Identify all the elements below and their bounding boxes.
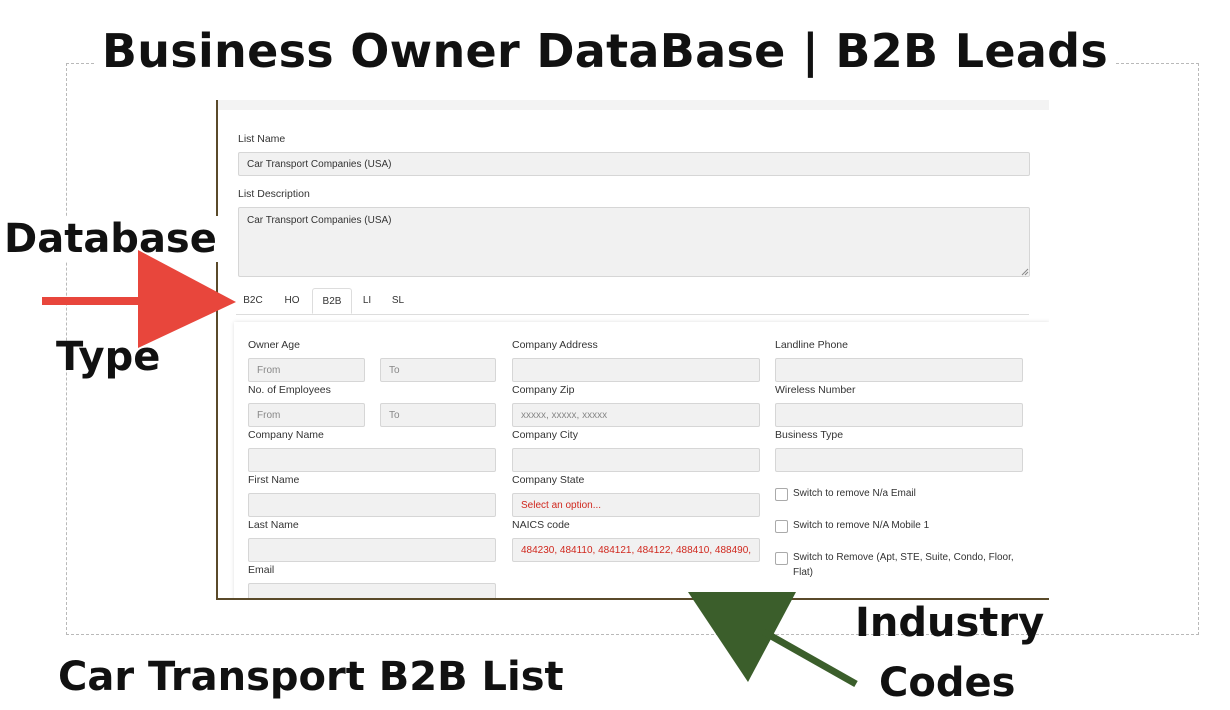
naics-code-input[interactable]: 484230, 484110, 484121, 484122, 488410, …	[512, 538, 760, 562]
tab-b2b[interactable]: B2B	[312, 288, 352, 314]
business-type-input[interactable]	[775, 448, 1023, 472]
company-city-label: Company City	[512, 429, 578, 441]
landline-phone-input[interactable]	[775, 358, 1023, 382]
last-name-input[interactable]	[248, 538, 496, 562]
switch-mobile-checkbox[interactable]	[775, 520, 788, 533]
wireless-number-label: Wireless Number	[775, 384, 856, 396]
company-name-label: Company Name	[248, 429, 324, 441]
red-arrow-icon	[42, 250, 236, 348]
b2b-filter-panel: Owner Age From To No. of Employees From …	[234, 322, 1049, 598]
owner-age-label: Owner Age	[248, 339, 300, 351]
list-description-label: List Description	[238, 188, 310, 200]
first-name-input[interactable]	[248, 493, 496, 517]
company-address-input[interactable]	[512, 358, 760, 382]
form-screenshot: List Name Car Transport Companies (USA) …	[216, 100, 1049, 600]
banner-title: Business Owner DataBase | B2B Leads	[0, 24, 1210, 78]
codes-annotation-label: Codes	[879, 660, 1016, 706]
company-city-input[interactable]	[512, 448, 760, 472]
footer-annotation-label: Car Transport B2B List	[58, 654, 564, 700]
database-type-tabs: B2C HO B2B LI SL	[236, 288, 1029, 315]
company-address-label: Company Address	[512, 339, 598, 351]
company-state-label: Company State	[512, 474, 585, 486]
last-name-label: Last Name	[248, 519, 299, 531]
employees-label: No. of Employees	[248, 384, 331, 396]
naics-code-label: NAICS code	[512, 519, 570, 531]
switch-address-checkbox[interactable]	[775, 552, 788, 565]
company-zip-label: Company Zip	[512, 384, 575, 396]
first-name-label: First Name	[248, 474, 300, 486]
employees-from-input[interactable]: From	[248, 403, 365, 427]
tab-li[interactable]: LI	[356, 288, 378, 314]
banner-title-text: Business Owner DataBase | B2B Leads	[95, 24, 1115, 78]
switch-email-label: Switch to remove N/a Email	[793, 488, 916, 499]
company-state-select[interactable]: Select an option...	[512, 493, 760, 517]
business-type-label: Business Type	[775, 429, 844, 441]
employees-to-input[interactable]: To	[380, 403, 496, 427]
resize-handle-icon[interactable]	[1021, 268, 1029, 276]
industry-annotation-label: Industry	[855, 600, 1045, 646]
company-name-input[interactable]	[248, 448, 496, 472]
list-name-label: List Name	[238, 133, 286, 145]
wireless-number-input[interactable]	[775, 403, 1023, 427]
tab-b2c[interactable]: B2C	[236, 288, 270, 314]
green-arrow-icon	[688, 592, 858, 688]
tab-sl[interactable]: SL	[384, 288, 412, 314]
list-description-textarea[interactable]: Car Transport Companies (USA)	[238, 207, 1030, 277]
owner-age-to-input[interactable]: To	[380, 358, 496, 382]
company-zip-input[interactable]: xxxxx, xxxxx, xxxxx	[512, 403, 760, 427]
email-input[interactable]	[248, 583, 496, 598]
switch-email-checkbox[interactable]	[775, 488, 788, 501]
tab-ho[interactable]: HO	[276, 288, 308, 314]
email-label: Email	[248, 564, 275, 576]
owner-age-from-input[interactable]: From	[248, 358, 365, 382]
switch-address-label-line1: Switch to Remove (Apt, STE, Suite, Condo…	[793, 552, 1014, 563]
top-strip	[218, 100, 1049, 110]
list-name-input[interactable]: Car Transport Companies (USA)	[238, 152, 1030, 176]
landline-phone-label: Landline Phone	[775, 339, 848, 351]
switch-mobile-label: Switch to remove N/A Mobile 1	[793, 520, 930, 531]
switch-address-label-line2: Flat)	[793, 567, 813, 578]
